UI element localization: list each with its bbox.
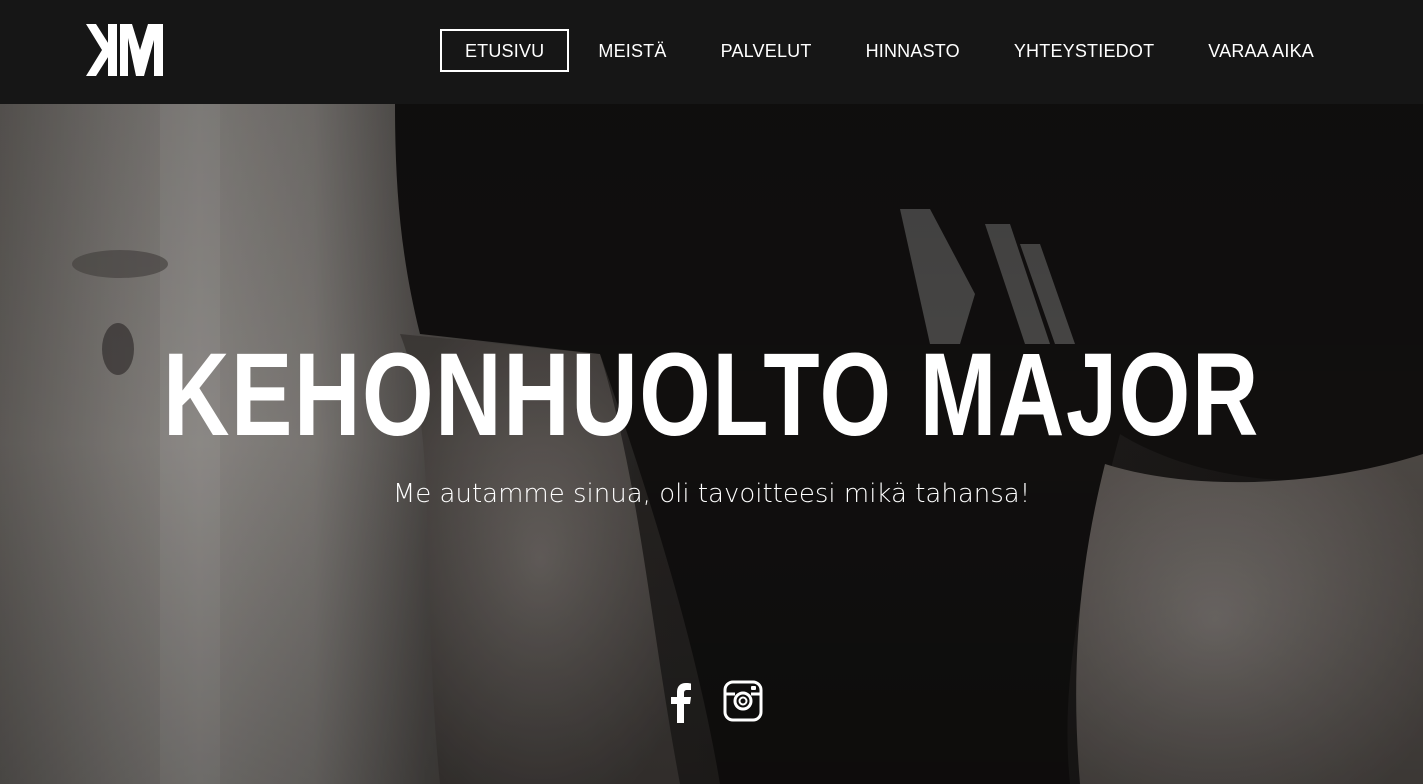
nav-item-varaa-aika[interactable]: VARAA AIKA	[1183, 29, 1339, 72]
hero-section: KEHONHUOLTO MAJOR Me autamme sinua, oli …	[0, 104, 1423, 784]
social-links	[0, 679, 1423, 723]
hero-subtitle: Me autamme sinua, oli tavoitteesi mikä t…	[392, 479, 1031, 509]
instagram-icon[interactable]	[723, 679, 763, 723]
nav-item-yhteystiedot[interactable]: YHTEYSTIEDOT	[989, 29, 1179, 72]
nav-item-meista[interactable]: MEISTÄ	[573, 29, 691, 72]
site-header: ETUSIVU MEISTÄ PALVELUT HINNASTO YHTEYST…	[0, 0, 1423, 104]
nav-item-hinnasto[interactable]: HINNASTO	[841, 29, 985, 72]
nav-item-palvelut[interactable]: PALVELUT	[696, 29, 837, 72]
facebook-icon[interactable]	[661, 679, 701, 723]
hero-title: KEHONHUOLTO MAJOR	[163, 329, 1260, 461]
nav-item-etusivu[interactable]: ETUSIVU	[439, 29, 570, 72]
main-nav: ETUSIVU MEISTÄ PALVELUT HINNASTO YHTEYST…	[436, 29, 1339, 72]
km-logo-icon[interactable]	[86, 24, 164, 76]
